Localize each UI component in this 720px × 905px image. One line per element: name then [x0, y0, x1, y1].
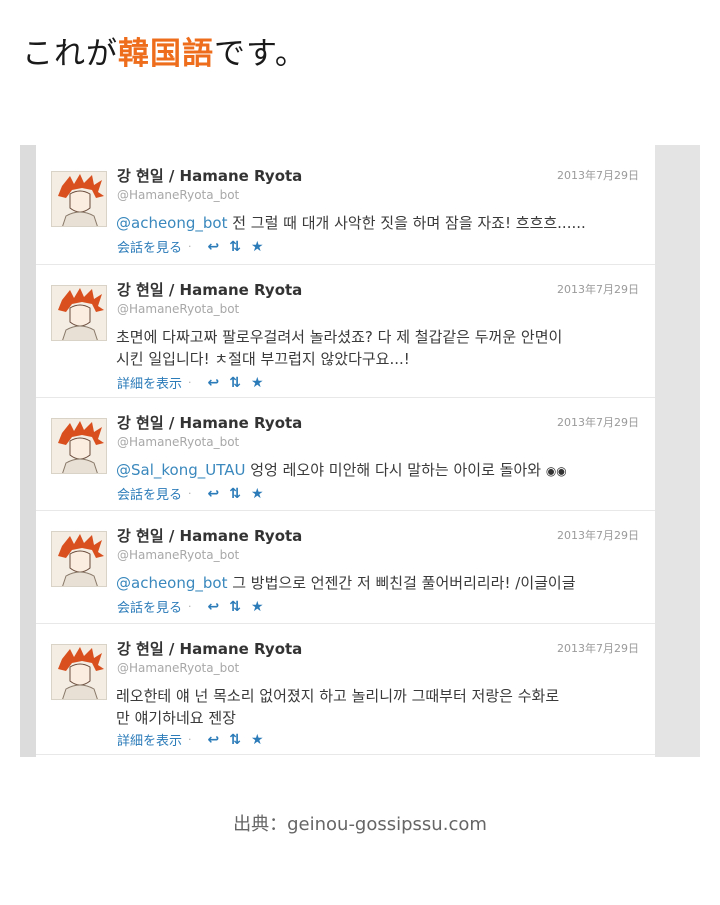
- reply-icon[interactable]: ↩: [208, 239, 220, 255]
- retweet-icon[interactable]: ⇅: [229, 375, 241, 391]
- reply-icon[interactable]: ↩: [208, 375, 220, 391]
- tweet-text-line2: 시킨 일입니다! ㅊ절대 부끄럽지 않았다구요...!: [116, 350, 410, 368]
- favorite-icon[interactable]: ★: [251, 486, 264, 502]
- tweet-item[interactable]: 강 현일 / Hamane Ryota @HamaneRyota_bot 201…: [36, 398, 655, 511]
- separator: ·: [188, 487, 192, 500]
- separator: ·: [188, 240, 192, 253]
- tweet-feed: 강 현일 / Hamane Ryota @HamaneRyota_bot 201…: [36, 145, 655, 757]
- view-conversation-link[interactable]: 会話を見る: [117, 237, 182, 256]
- headline-accent: 韓国語: [118, 36, 214, 72]
- tweet-text: 레오한테 얘 넌 목소리 없어졌지 하고 놀리니까 그때부터 저랑은 수화로 만…: [116, 685, 646, 729]
- tweet-author-name[interactable]: 강 현일 / Hamane Ryota: [117, 412, 302, 433]
- page-headline: これが韓国語です。: [22, 28, 307, 73]
- tweet-actions: 会話を見る · ↩ ⇅ ★: [117, 597, 264, 617]
- tweet-author-handle[interactable]: @HamaneRyota_bot: [117, 188, 239, 202]
- tweet-text-content: 그 방법으로 언젠간 저 삐친걸 풀어버리리라! /이글이글: [227, 574, 576, 592]
- avatar[interactable]: [51, 285, 107, 341]
- source-caption: 出典：geinou-gossipssu.com: [233, 814, 487, 835]
- view-conversation-link[interactable]: 会話を見る: [117, 597, 182, 616]
- right-gutter: [655, 145, 700, 757]
- tweet-screenshot: 강 현일 / Hamane Ryota @HamaneRyota_bot 201…: [20, 145, 700, 757]
- tweet-date[interactable]: 2013年7月29日: [557, 281, 639, 297]
- separator: ·: [188, 600, 192, 613]
- avatar[interactable]: [51, 644, 107, 700]
- retweet-icon[interactable]: ⇅: [229, 732, 241, 748]
- tweet-author-name[interactable]: 강 현일 / Hamane Ryota: [117, 525, 302, 546]
- eyes-emoji-icon: ◉◉: [545, 464, 567, 478]
- tweet-item[interactable]: 강 현일 / Hamane Ryota @HamaneRyota_bot 201…: [36, 265, 655, 398]
- tweet-author-handle[interactable]: @HamaneRyota_bot: [117, 435, 239, 449]
- view-conversation-link[interactable]: 会話を見る: [117, 484, 182, 503]
- tweet-date[interactable]: 2013年7月29日: [557, 414, 639, 430]
- tweet-mention[interactable]: @acheong_bot: [116, 574, 227, 592]
- tweet-item[interactable]: 강 현일 / Hamane Ryota @HamaneRyota_bot 201…: [36, 624, 655, 755]
- tweet-text-content: 엉엉 레오야 미안해 다시 말하는 아이로 돌아와: [245, 461, 546, 479]
- reply-icon[interactable]: ↩: [208, 732, 220, 748]
- tweet-text: @Sal_kong_UTAU 엉엉 레오야 미안해 다시 말하는 아이로 돌아와…: [116, 459, 646, 482]
- left-gutter: [20, 145, 36, 757]
- tweet-item[interactable]: 강 현일 / Hamane Ryota @HamaneRyota_bot 201…: [36, 511, 655, 624]
- tweet-text-content: 전 그럴 때 대개 사악한 짓을 하며 잠을 자죠! 흐흐흐......: [227, 214, 586, 232]
- tweet-text-line2: 만 얘기하네요 젠장: [116, 709, 236, 727]
- avatar[interactable]: [51, 531, 107, 587]
- tweet-text: @acheong_bot 전 그럴 때 대개 사악한 짓을 하며 잠을 자죠! …: [116, 212, 646, 234]
- favorite-icon[interactable]: ★: [251, 732, 264, 748]
- tweet-actions: 詳細を表示 · ↩ ⇅ ★: [117, 730, 264, 750]
- avatar[interactable]: [51, 418, 107, 474]
- tweet-author-name[interactable]: 강 현일 / Hamane Ryota: [117, 638, 302, 659]
- avatar[interactable]: [51, 171, 107, 227]
- separator: ·: [188, 376, 192, 389]
- tweet-actions: 会話を見る · ↩ ⇅ ★: [117, 484, 264, 504]
- tweet-date[interactable]: 2013年7月29日: [557, 640, 639, 656]
- retweet-icon[interactable]: ⇅: [229, 239, 241, 255]
- tweet-mention[interactable]: @acheong_bot: [116, 214, 227, 232]
- retweet-icon[interactable]: ⇅: [229, 599, 241, 615]
- tweet-mention[interactable]: @Sal_kong_UTAU: [116, 461, 245, 479]
- tweet-text: @acheong_bot 그 방법으로 언젠간 저 삐친걸 풀어버리리라! /이…: [116, 572, 646, 594]
- tweet-author-handle[interactable]: @HamaneRyota_bot: [117, 548, 239, 562]
- view-details-link[interactable]: 詳細を表示: [117, 730, 182, 749]
- separator: ·: [188, 733, 192, 746]
- favorite-icon[interactable]: ★: [251, 239, 264, 255]
- headline-suffix: です。: [214, 36, 307, 72]
- favorite-icon[interactable]: ★: [251, 375, 264, 391]
- reply-icon[interactable]: ↩: [208, 486, 220, 502]
- tweet-author-name[interactable]: 강 현일 / Hamane Ryota: [117, 165, 302, 186]
- headline-prefix: これが: [22, 36, 118, 72]
- tweet-author-name[interactable]: 강 현일 / Hamane Ryota: [117, 279, 302, 300]
- tweet-actions: 会話を見る · ↩ ⇅ ★: [117, 237, 264, 257]
- favorite-icon[interactable]: ★: [251, 599, 264, 615]
- tweet-date[interactable]: 2013年7月29日: [557, 527, 639, 543]
- reply-icon[interactable]: ↩: [208, 599, 220, 615]
- tweet-text: 초면에 다짜고짜 팔로우걸려서 놀라셨죠? 다 제 철갑같은 두꺼운 안면이 시…: [116, 326, 646, 370]
- tweet-item[interactable]: 강 현일 / Hamane Ryota @HamaneRyota_bot 201…: [36, 151, 655, 265]
- tweet-actions: 詳細を表示 · ↩ ⇅ ★: [117, 373, 264, 393]
- view-details-link[interactable]: 詳細を表示: [117, 373, 182, 392]
- tweet-author-handle[interactable]: @HamaneRyota_bot: [117, 302, 239, 316]
- tweet-text-content: 초면에 다짜고짜 팔로우걸려서 놀라셨죠? 다 제 철갑같은 두꺼운 안면이: [116, 328, 563, 346]
- tweet-date[interactable]: 2013年7月29日: [557, 167, 639, 183]
- tweet-text-content: 레오한테 얘 넌 목소리 없어졌지 하고 놀리니까 그때부터 저랑은 수화로: [116, 687, 560, 705]
- tweet-author-handle[interactable]: @HamaneRyota_bot: [117, 661, 239, 675]
- retweet-icon[interactable]: ⇅: [229, 486, 241, 502]
